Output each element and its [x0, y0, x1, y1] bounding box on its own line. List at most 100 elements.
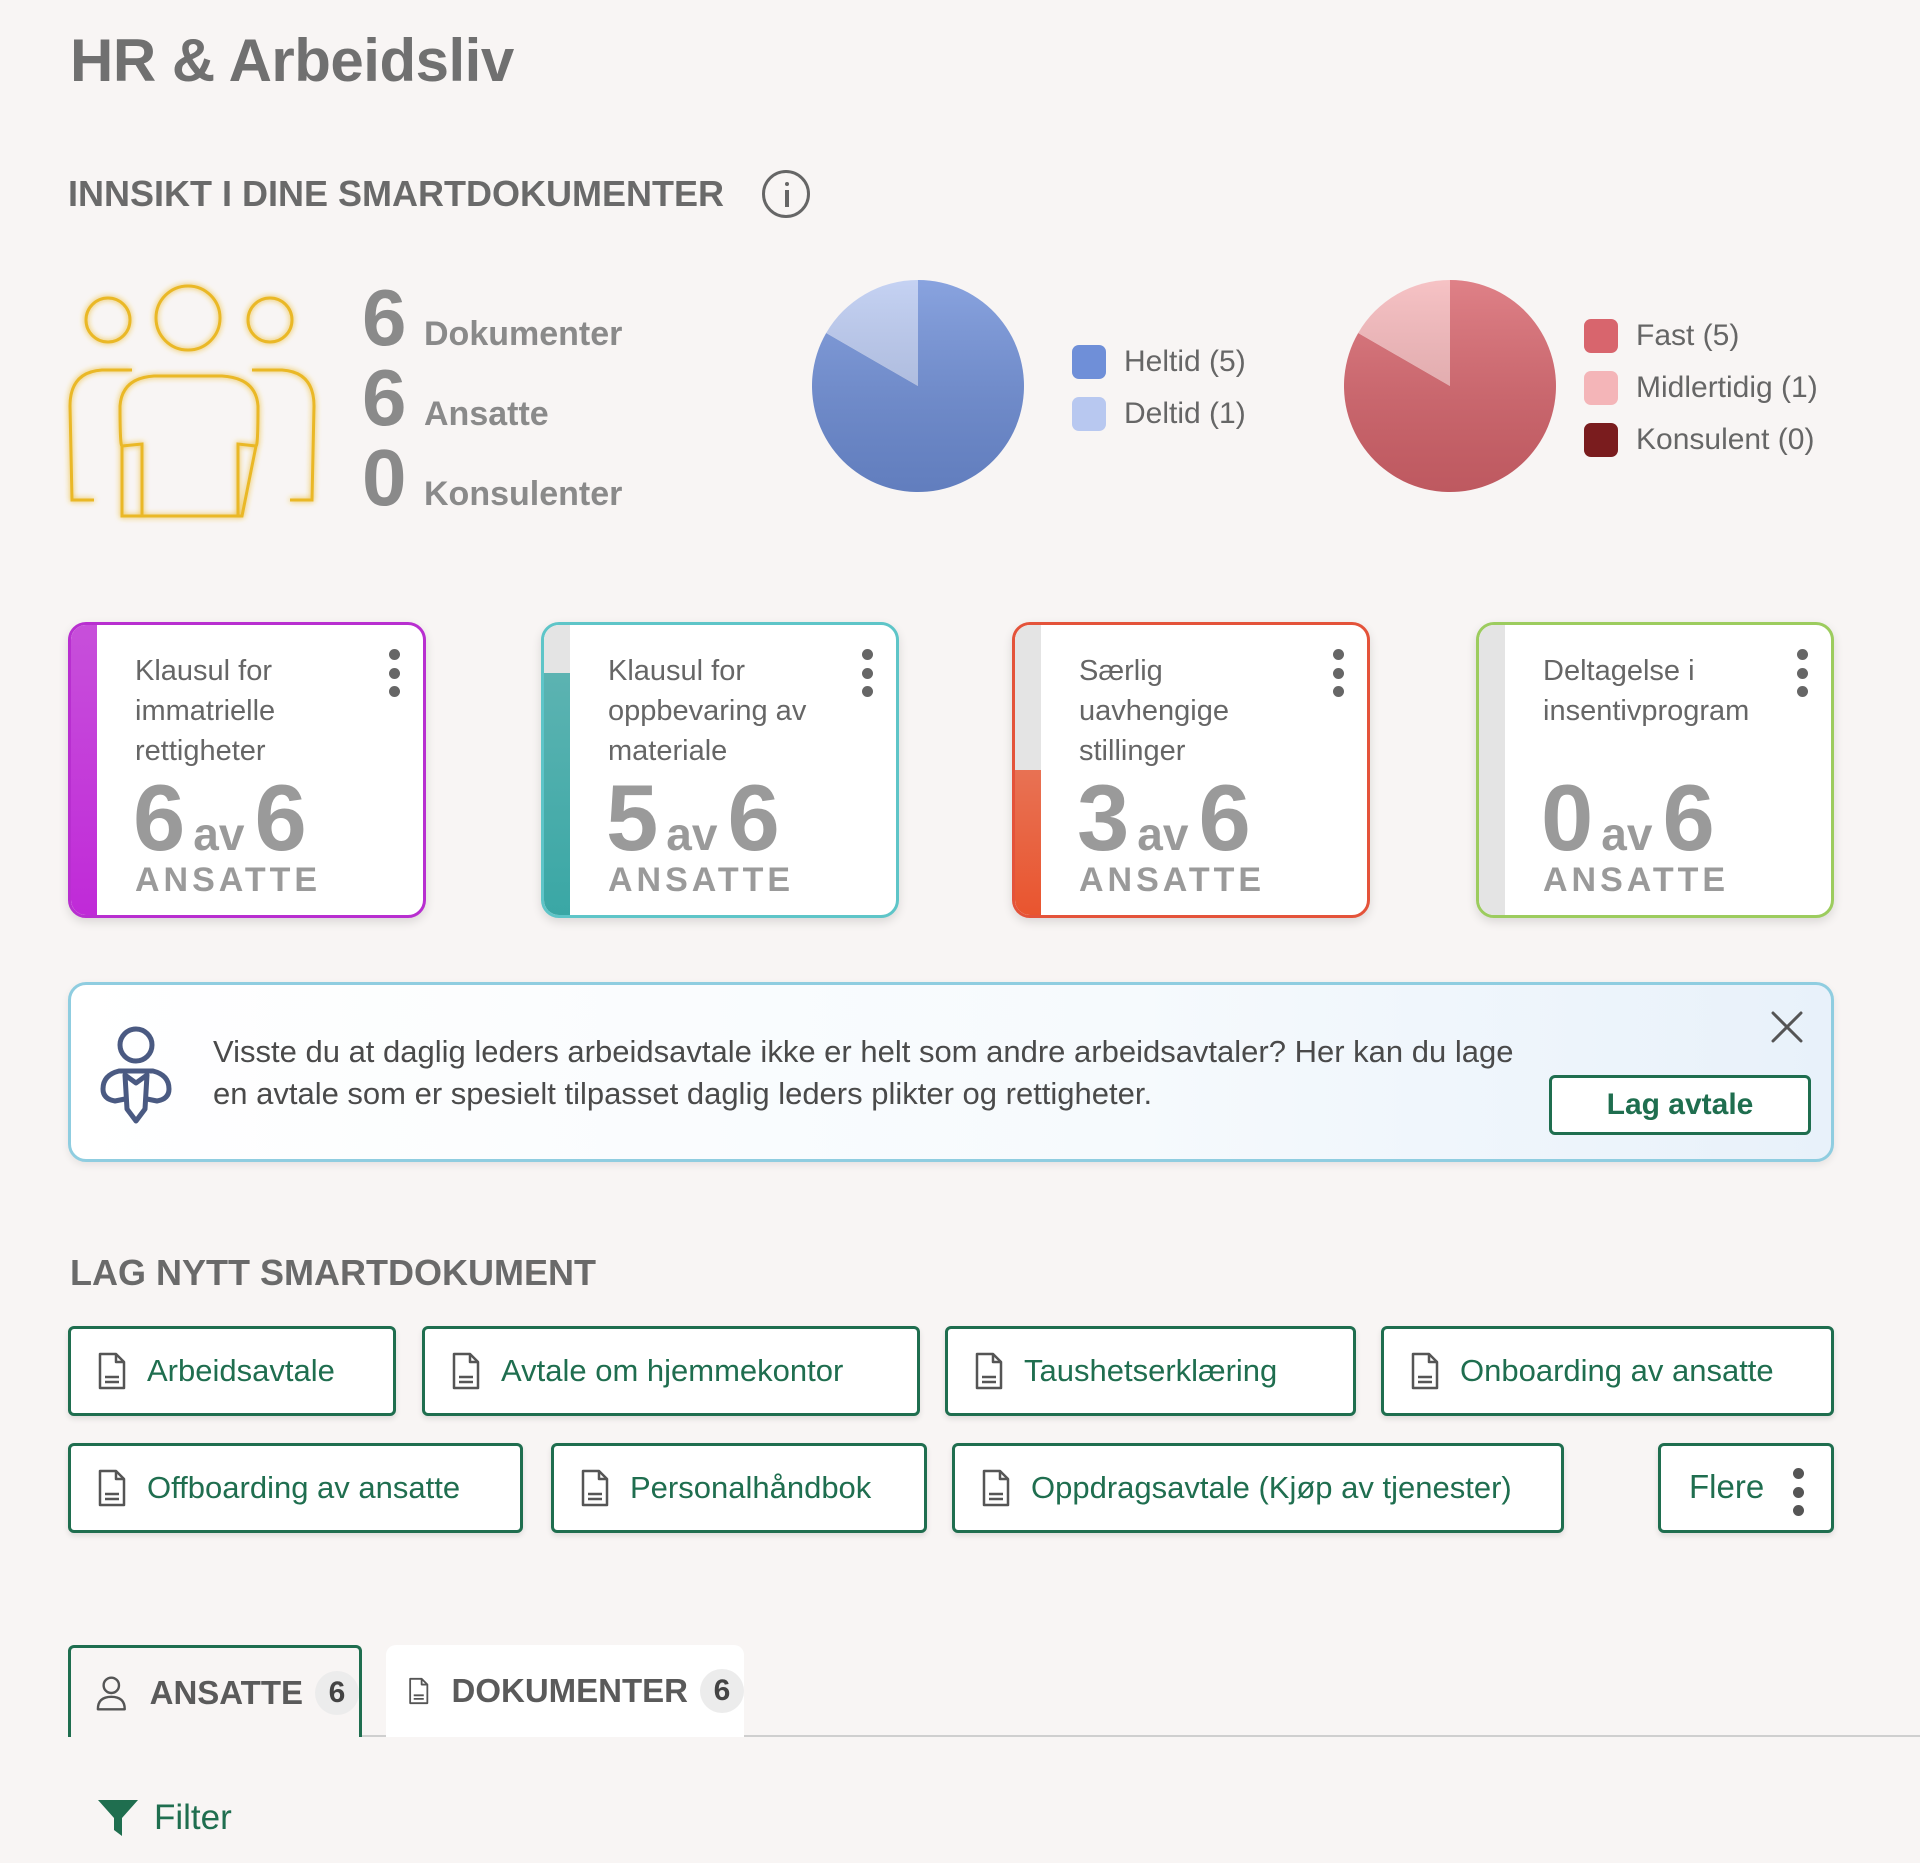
card-unit: ANSATTE: [608, 861, 795, 899]
tab-documents[interactable]: DOKUMENTER 6: [386, 1645, 744, 1737]
new-doc-home-office-button[interactable]: Avtale om hjemmekontor: [422, 1326, 920, 1416]
legend-employment-type: Fast (5) Midlertidig (1) Konsulent (0): [1584, 310, 1818, 466]
close-icon[interactable]: [1767, 1007, 1807, 1047]
more-vertical-icon[interactable]: [1331, 649, 1345, 697]
document-icon: [1411, 1352, 1439, 1390]
card-unit: ANSATTE: [1543, 861, 1730, 899]
info-icon[interactable]: [762, 170, 810, 218]
new-doc-offboarding-button[interactable]: Offboarding av ansatte: [68, 1443, 523, 1533]
progress-fill: [71, 625, 97, 915]
legend-swatch: [1584, 423, 1618, 457]
stat-label: Dokumenter: [424, 315, 623, 353]
card-title: Deltagelse i insentivprogram: [1543, 655, 1750, 727]
button-label: Arbeidsavtale: [147, 1353, 335, 1388]
filter-button[interactable]: Filter: [96, 1796, 232, 1840]
count-badge: 6: [315, 1670, 359, 1715]
legend-label: Fast (5): [1636, 319, 1740, 352]
page-title: HR & Arbeidsliv: [70, 27, 514, 94]
clause-card-incentive-program[interactable]: Deltagelse i insentivprogram 0 av 6 ANSA…: [1476, 622, 1834, 918]
button-label: Taushetserklæring: [1024, 1353, 1278, 1388]
document-icon: [982, 1469, 1010, 1507]
count-total: 6: [1198, 765, 1251, 870]
filter-icon: [98, 1800, 138, 1836]
document-icon: [409, 1677, 429, 1705]
clause-card-material-storage[interactable]: Klausul for oppbevaring av materiale 5 a…: [541, 622, 899, 918]
count-value: 0: [1541, 765, 1594, 870]
count-total: 6: [727, 765, 780, 870]
more-documents-button[interactable]: Flere: [1658, 1443, 1834, 1533]
new-doc-employment-contract-button[interactable]: Arbeidsavtale: [68, 1326, 396, 1416]
progress-bar: [1015, 625, 1041, 915]
manager-tie-icon: [100, 1026, 172, 1124]
legend-label: Konsulent (0): [1636, 423, 1815, 456]
tab-label: ANSATTE: [149, 1673, 303, 1711]
insight-section-title: INNSIKT I DINE SMARTDOKUMENTER: [68, 170, 810, 218]
stat-consultants: 0 Konsulenter: [362, 438, 622, 518]
card-title: Klausul for immatrielle rettigheter: [135, 655, 276, 767]
button-label: Oppdragsavtale (Kjøp av tjenester): [1031, 1470, 1512, 1505]
new-doc-assignment-button[interactable]: Oppdragsavtale (Kjøp av tjenester): [952, 1443, 1564, 1533]
pie-chart-employment-type: [1344, 280, 1556, 492]
count-of: av: [193, 808, 245, 860]
tip-banner: Visste du at daglig leders arbeidsavtale…: [68, 982, 1834, 1162]
new-doc-handbook-button[interactable]: Personalhåndbok: [551, 1443, 927, 1533]
progress-bar: [544, 625, 570, 915]
progress-fill: [544, 673, 570, 915]
legend-employment-hours: Heltid (5) Deltid (1): [1072, 336, 1246, 440]
count-total: 6: [1662, 765, 1715, 870]
stat-label: Ansatte: [424, 395, 549, 433]
count-value: 3: [1077, 765, 1130, 870]
stat-label: Konsulenter: [424, 475, 623, 513]
clause-card-independent-positions[interactable]: Særlig uavhengige stillinger 3 av 6 ANSA…: [1012, 622, 1370, 918]
pie-chart-employment-hours: [812, 280, 1024, 492]
tab-label: DOKUMENTER: [451, 1672, 689, 1709]
count-total: 6: [254, 765, 307, 870]
count-badge: 6: [700, 1669, 744, 1713]
card-title: Klausul for oppbevaring av materiale: [608, 655, 807, 767]
more-vertical-icon[interactable]: [387, 649, 401, 697]
document-icon: [975, 1352, 1003, 1390]
new-document-title: LAG NYTT SMARTDOKUMENT: [70, 1252, 596, 1293]
progress-bar: [71, 625, 97, 915]
tab-employees[interactable]: ANSATTE 6: [68, 1645, 362, 1737]
stat-employees: 6 Ansatte: [362, 358, 622, 438]
card-count: 3 av 6: [1077, 771, 1251, 865]
count-of: av: [1601, 808, 1653, 860]
pie-shading: [1344, 280, 1556, 492]
legend-swatch: [1584, 371, 1618, 405]
user-icon: [96, 1675, 126, 1711]
legend-item: Heltid (5): [1072, 336, 1246, 388]
stat-value: 6: [362, 273, 407, 362]
count-value: 5: [606, 765, 659, 870]
new-doc-nda-button[interactable]: Taushetserklæring: [945, 1326, 1356, 1416]
count-of: av: [666, 808, 718, 860]
button-label: Avtale om hjemmekontor: [501, 1353, 844, 1388]
tip-text: Visste du at daglig leders arbeidsavtale…: [213, 1034, 1514, 1111]
people-icon: [68, 284, 316, 518]
clause-card-ip-rights[interactable]: Klausul for immatrielle rettigheter 6 av…: [68, 622, 426, 918]
progress-fill: [1015, 770, 1041, 915]
legend-item: Midlertidig (1): [1584, 362, 1818, 414]
create-agreement-button[interactable]: Lag avtale: [1549, 1075, 1811, 1135]
progress-bar: [1479, 625, 1505, 915]
button-label: Personalhåndbok: [630, 1470, 872, 1505]
more-vertical-icon: [1791, 1468, 1805, 1516]
card-count: 0 av 6: [1541, 771, 1715, 865]
legend-label: Heltid (5): [1124, 345, 1246, 378]
stat-value: 6: [362, 353, 407, 442]
button-label: Offboarding av ansatte: [147, 1470, 461, 1505]
legend-item: Fast (5): [1584, 310, 1818, 362]
new-doc-onboarding-button[interactable]: Onboarding av ansatte: [1381, 1326, 1834, 1416]
pie-shading: [812, 280, 1024, 492]
document-icon: [98, 1469, 126, 1507]
legend-label: Midlertidig (1): [1636, 371, 1818, 404]
more-vertical-icon[interactable]: [1795, 649, 1809, 697]
legend-swatch: [1584, 319, 1618, 353]
stats: 6 Dokumenter 6 Ansatte 0 Konsulenter: [362, 278, 622, 518]
stat-documents: 6 Dokumenter: [362, 278, 622, 358]
document-icon: [581, 1469, 609, 1507]
button-label: Onboarding av ansatte: [1460, 1353, 1774, 1388]
legend-swatch: [1072, 397, 1106, 431]
more-vertical-icon[interactable]: [860, 649, 874, 697]
legend-label: Deltid (1): [1124, 397, 1246, 430]
